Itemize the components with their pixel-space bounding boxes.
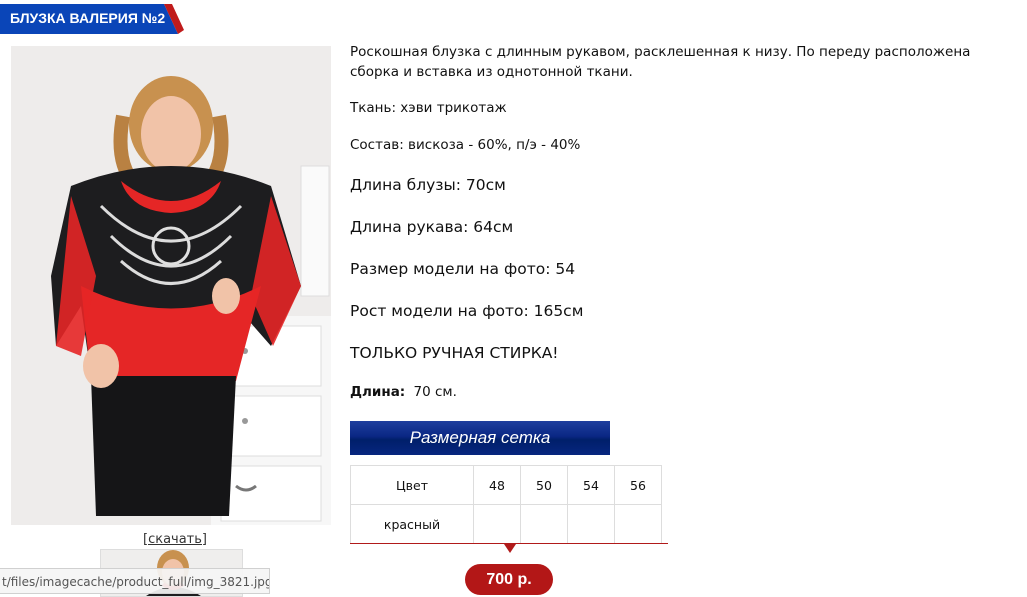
price-badge: 700 р. bbox=[465, 564, 553, 595]
size-table-header-48: 48 bbox=[473, 465, 521, 505]
sleeve-length-text: Длина рукава: 64см bbox=[350, 218, 514, 236]
length-value: 70 см. bbox=[413, 384, 457, 400]
size-table-header-50: 50 bbox=[520, 465, 568, 505]
length-field: Длина: 70 см. bbox=[350, 384, 457, 400]
size-table-cell[interactable] bbox=[567, 504, 615, 544]
size-table-cell[interactable] bbox=[614, 504, 662, 544]
fabric-text: Ткань: хэви трикотаж bbox=[350, 100, 507, 116]
size-table-cell[interactable] bbox=[520, 504, 568, 544]
size-table-header-color: Цвет bbox=[350, 465, 474, 505]
product-description: Роскошная блузка с длинным рукавом, раск… bbox=[350, 44, 971, 80]
size-table-header-54: 54 bbox=[567, 465, 615, 505]
status-bar-url: t/files/imagecache/product_full/img_3821… bbox=[0, 568, 270, 594]
care-text: ТОЛЬКО РУЧНАЯ СТИРКА! bbox=[350, 344, 559, 362]
size-table-color-cell: красный bbox=[350, 504, 474, 544]
blouse-length-text: Длина блузы: 70см bbox=[350, 176, 506, 194]
product-photo[interactable] bbox=[11, 46, 331, 525]
size-table-cell[interactable] bbox=[473, 504, 521, 544]
product-title-banner: БЛУЗКА ВАЛЕРИЯ №2 bbox=[0, 4, 184, 34]
size-table-header-row: Цвет 48 50 54 56 bbox=[350, 465, 662, 505]
price-pointer-icon bbox=[504, 544, 516, 553]
model-height-text: Рост модели на фото: 165см bbox=[350, 302, 584, 320]
composition-text: Состав: вискоза - 60%, п/э - 40% bbox=[350, 137, 581, 153]
product-title: БЛУЗКА ВАЛЕРИЯ №2 bbox=[10, 10, 166, 26]
size-chart-button[interactable]: Размерная сетка bbox=[350, 421, 610, 455]
size-table-row: красный bbox=[350, 504, 662, 544]
size-table-header-56: 56 bbox=[614, 465, 662, 505]
model-size-text: Размер модели на фото: 54 bbox=[350, 260, 576, 278]
size-table: Цвет 48 50 54 56 красный bbox=[350, 465, 662, 544]
download-link[interactable]: [скачать] bbox=[143, 532, 207, 547]
model-photo-image bbox=[11, 46, 331, 525]
length-label: Длина: bbox=[350, 384, 406, 400]
